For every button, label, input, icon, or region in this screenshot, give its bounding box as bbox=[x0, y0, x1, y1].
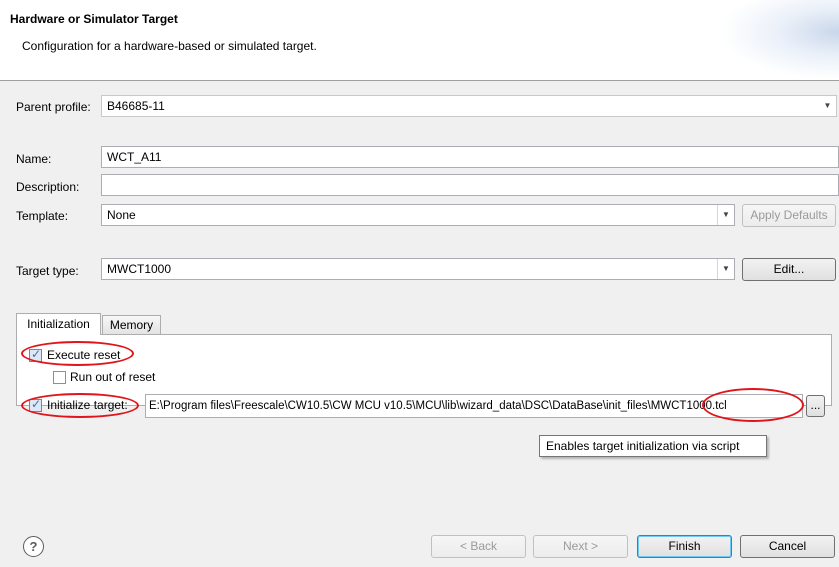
execute-reset-checkbox[interactable]: ✓ bbox=[29, 347, 42, 362]
tab-initialization[interactable]: Initialization bbox=[16, 313, 101, 335]
help-icon[interactable]: ? bbox=[23, 536, 44, 557]
name-field[interactable]: WCT_A11 bbox=[101, 146, 839, 168]
target-type-label: Target type: bbox=[16, 264, 79, 278]
template-value: None bbox=[107, 208, 136, 222]
header-banner-graphic bbox=[719, 0, 839, 80]
next-button[interactable]: Next > bbox=[533, 535, 628, 558]
description-label: Description: bbox=[16, 180, 80, 194]
chevron-down-icon[interactable]: ▼ bbox=[819, 96, 836, 116]
page-subtitle: Configuration for a hardware-based or si… bbox=[22, 39, 317, 53]
name-label: Name: bbox=[16, 152, 52, 166]
run-out-of-reset-label: Run out of reset bbox=[70, 370, 156, 384]
browse-script-button[interactable]: ... bbox=[806, 395, 825, 417]
finish-button[interactable]: Finish bbox=[637, 535, 732, 558]
edit-target-button[interactable]: Edit... bbox=[742, 258, 836, 281]
run-out-of-reset-checkbox[interactable] bbox=[53, 371, 66, 384]
name-value: WCT_A11 bbox=[107, 150, 162, 164]
tooltip: Enables target initialization via script bbox=[539, 435, 767, 457]
checkmark-icon: ✓ bbox=[31, 397, 42, 411]
target-type-select[interactable]: MWCT1000 ▼ bbox=[101, 258, 735, 280]
template-select[interactable]: None ▼ bbox=[101, 204, 735, 226]
init-script-path-field[interactable]: E:\Program files\Freescale\CW10.5\CW MCU… bbox=[145, 394, 803, 418]
initialize-target-label: Initialize target: bbox=[47, 398, 128, 412]
initialize-target-checkbox[interactable]: ✓ bbox=[29, 397, 42, 412]
back-button[interactable]: < Back bbox=[431, 535, 526, 558]
chevron-down-icon[interactable]: ▼ bbox=[717, 205, 734, 225]
wizard-header: Hardware or Simulator Target Configurati… bbox=[0, 0, 839, 80]
cancel-button[interactable]: Cancel bbox=[740, 535, 835, 558]
execute-reset-label: Execute reset bbox=[47, 348, 121, 362]
page-title: Hardware or Simulator Target bbox=[10, 12, 178, 26]
checkmark-icon: ✓ bbox=[31, 347, 42, 361]
apply-defaults-button[interactable]: Apply Defaults bbox=[742, 204, 836, 227]
description-field[interactable] bbox=[101, 174, 839, 196]
parent-profile-select[interactable]: B46685-11 ▼ bbox=[101, 95, 837, 117]
target-type-value: MWCT1000 bbox=[107, 262, 172, 276]
chevron-down-icon[interactable]: ▼ bbox=[717, 259, 734, 279]
parent-profile-label: Parent profile: bbox=[16, 100, 91, 114]
template-label: Template: bbox=[16, 209, 69, 223]
init-script-path-value: E:\Program files\Freescale\CW10.5\CW MCU… bbox=[149, 400, 727, 412]
parent-profile-value: B46685-11 bbox=[107, 99, 165, 113]
tab-memory[interactable]: Memory bbox=[102, 315, 161, 334]
